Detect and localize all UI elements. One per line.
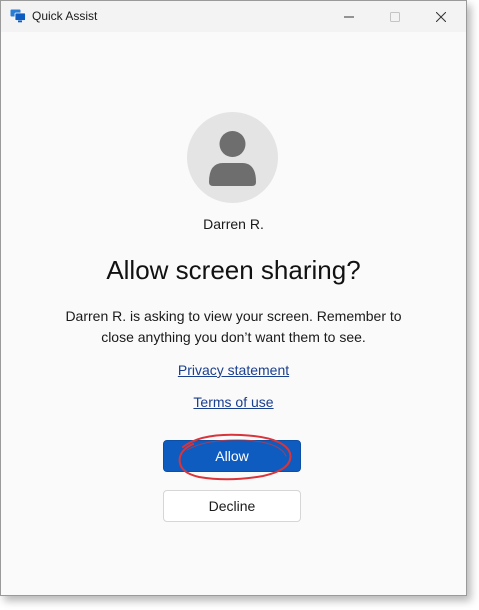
page-title: Allow screen sharing? bbox=[106, 255, 361, 285]
user-name: Darren R. bbox=[203, 216, 264, 232]
screenshot-canvas: Quick Assist Darren R. Allow screen shar… bbox=[0, 0, 479, 610]
title-bar[interactable]: Quick Assist bbox=[1, 1, 466, 32]
person-icon bbox=[209, 131, 256, 186]
close-button[interactable] bbox=[418, 1, 464, 32]
allow-button[interactable]: Allow bbox=[163, 440, 301, 472]
close-icon bbox=[436, 11, 446, 22]
maximize-icon bbox=[390, 11, 400, 22]
window-title: Quick Assist bbox=[32, 9, 98, 23]
quick-assist-window: Quick Assist Darren R. Allow screen shar… bbox=[0, 0, 467, 596]
quick-assist-app-icon bbox=[10, 9, 26, 23]
avatar bbox=[187, 112, 278, 203]
sharing-message: Darren R. is asking to view your screen.… bbox=[65, 308, 402, 345]
minimize-icon bbox=[344, 16, 354, 17]
terms-of-use-link[interactable]: Terms of use bbox=[193, 394, 273, 410]
minimize-button[interactable] bbox=[326, 1, 372, 32]
decline-button[interactable]: Decline bbox=[163, 490, 301, 522]
terms-link-row: Terms of use bbox=[1, 394, 466, 410]
maximize-button[interactable] bbox=[372, 1, 418, 32]
privacy-link-row: Privacy statement bbox=[1, 362, 466, 378]
privacy-statement-link[interactable]: Privacy statement bbox=[178, 362, 289, 378]
